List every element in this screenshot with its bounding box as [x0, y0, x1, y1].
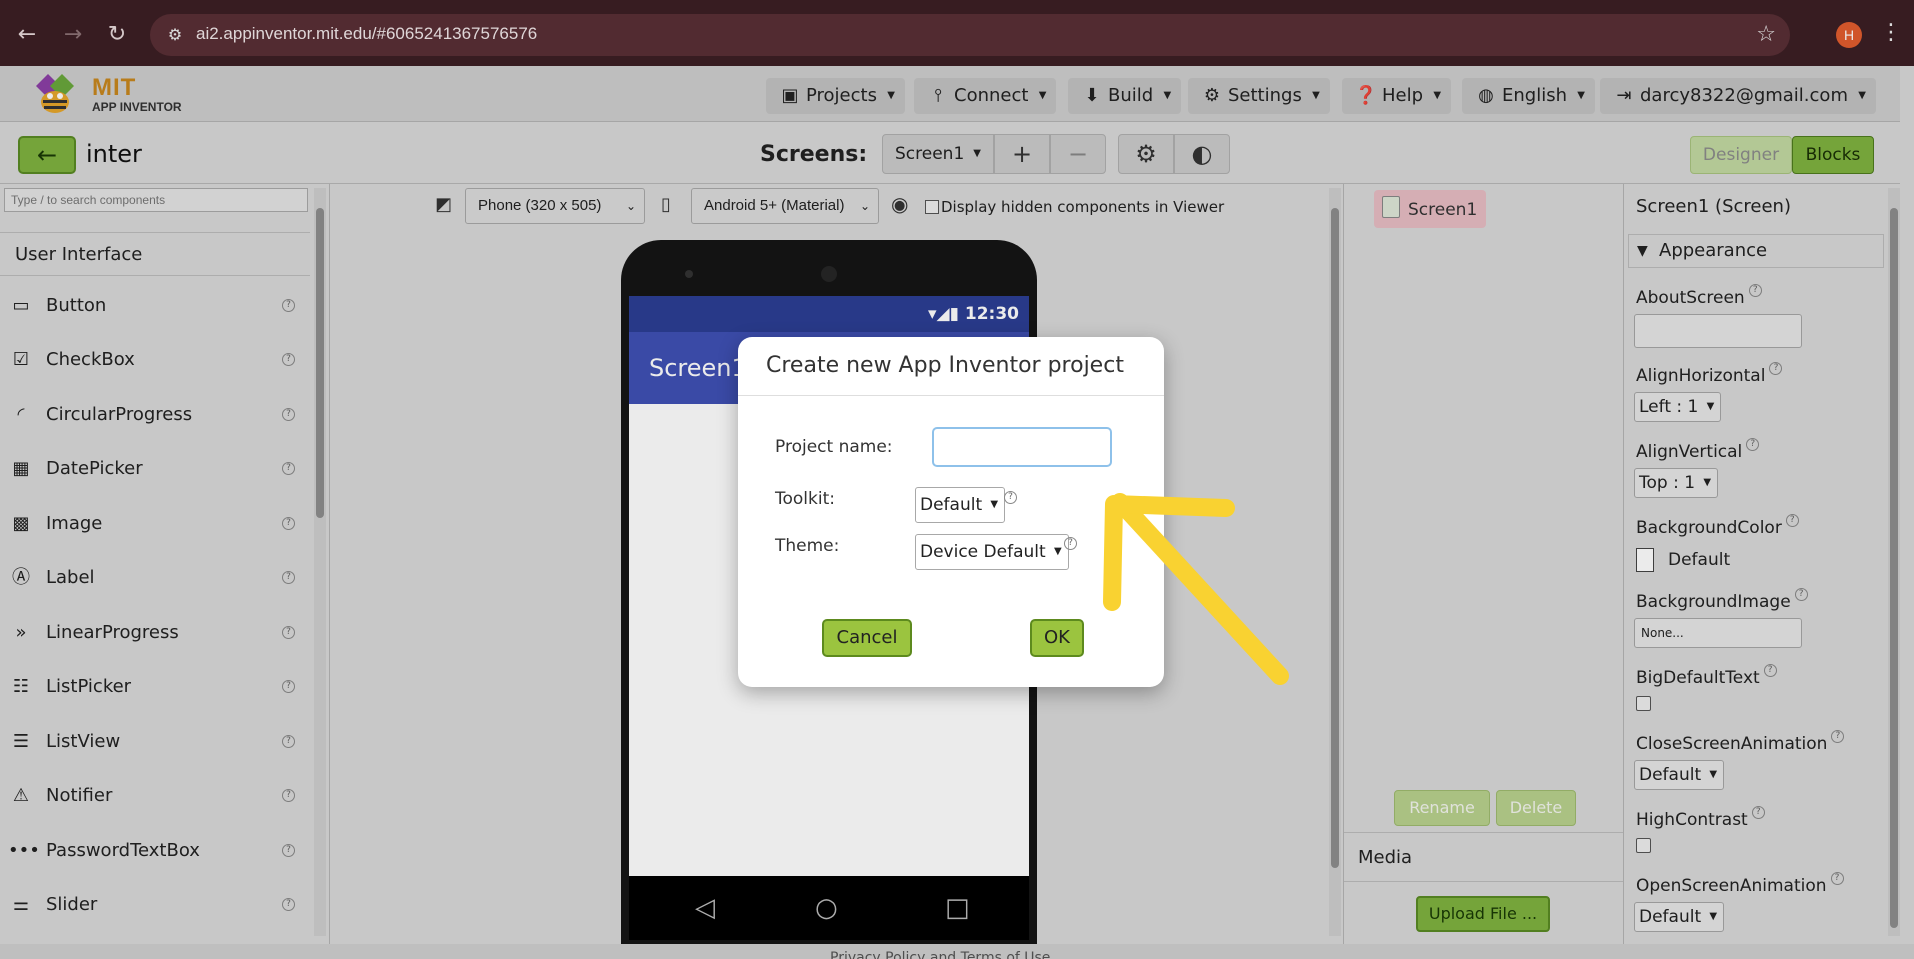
- theme-help-icon[interactable]: ?: [1064, 537, 1077, 550]
- theme-value: Device Default: [920, 542, 1046, 562]
- toolkit-label: Toolkit:: [775, 489, 835, 509]
- project-name-input[interactable]: [932, 427, 1112, 467]
- toolkit-value: Default: [920, 495, 983, 515]
- theme-select[interactable]: Device Default ▼: [915, 534, 1069, 570]
- cancel-button[interactable]: Cancel: [822, 619, 912, 657]
- annotation-arrow-icon: [1103, 493, 1289, 685]
- theme-label: Theme:: [775, 536, 840, 556]
- toolkit-help-icon[interactable]: ?: [1004, 491, 1017, 504]
- ok-button[interactable]: OK: [1030, 619, 1084, 657]
- dialog-divider: [738, 395, 1164, 396]
- toolkit-select[interactable]: Default ▼: [915, 487, 1006, 523]
- dialog-title: Create new App Inventor project: [766, 353, 1124, 378]
- project-name-label: Project name:: [775, 437, 893, 457]
